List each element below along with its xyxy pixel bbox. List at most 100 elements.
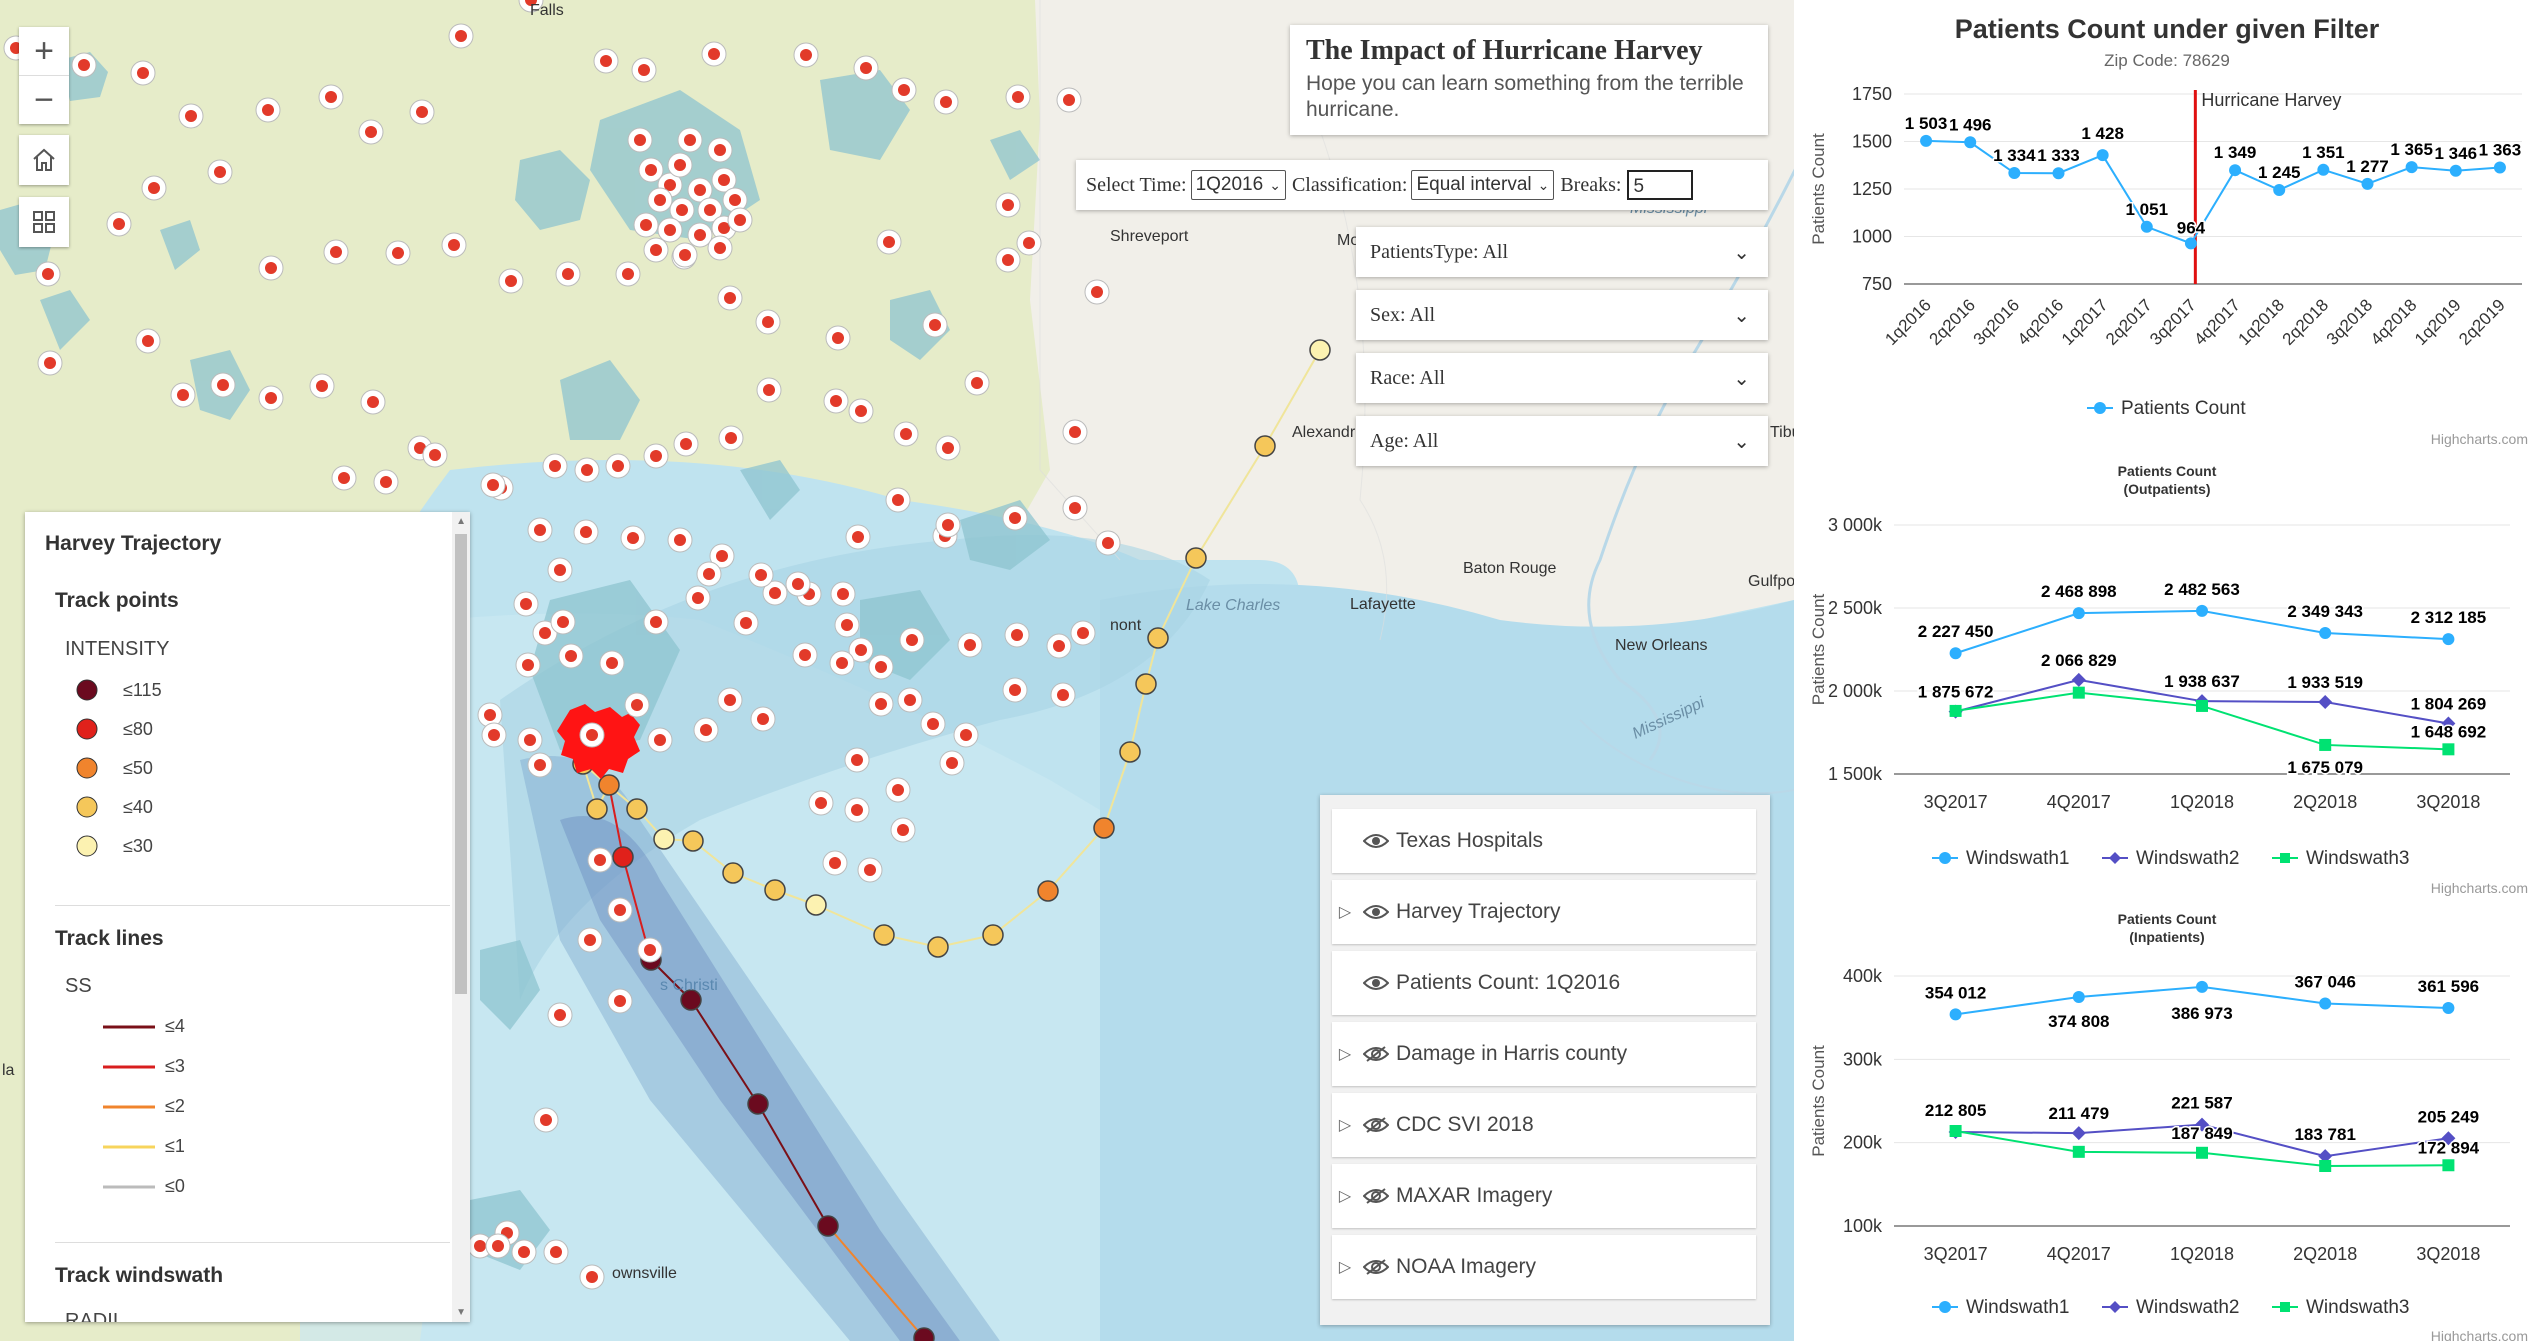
legend-subheading: RADII [65, 1310, 119, 1322]
layer-item-texas-hospitals[interactable]: Texas Hospitals [1332, 809, 1756, 873]
heart-icon [1012, 91, 1024, 103]
heart-icon [42, 268, 54, 280]
data-label: 1 365 [2390, 140, 2433, 159]
legend-label: Windswath1 [1966, 848, 2070, 869]
layer-label: NOAA Imagery [1396, 1255, 1537, 1278]
legend-item[interactable]: Windswath2 [2102, 848, 2240, 869]
eye-icon[interactable] [1356, 904, 1396, 920]
map-view[interactable]: Shreveport Alexandri Baton Rouge Lafayet… [0, 0, 1794, 1341]
classification-select[interactable]: Equal interval ⌄ [1411, 170, 1555, 200]
hospital-marker [750, 706, 776, 732]
legend-item: ≤30 [75, 834, 153, 858]
scroll-thumb[interactable] [455, 534, 467, 994]
layer-item-noaa[interactable]: ▷ NOAA Imagery [1332, 1235, 1756, 1299]
age-dropdown[interactable]: Age: All ⌄ [1356, 416, 1768, 466]
hospital-marker [845, 524, 871, 550]
hospital-marker [631, 57, 657, 83]
data-point [2442, 743, 2455, 756]
hospital-marker [511, 1239, 537, 1265]
heart-icon [594, 854, 606, 866]
heart-icon [855, 405, 867, 417]
hospital-marker [577, 927, 603, 953]
zoom-out-button[interactable]: − [19, 76, 69, 124]
layer-item-cdc-svi[interactable]: ▷ CDC SVI 2018 [1332, 1093, 1756, 1157]
eye-off-icon[interactable] [1356, 1045, 1396, 1063]
hospital-marker [834, 612, 860, 638]
hospital-marker [733, 610, 759, 636]
hospital-marker [868, 654, 894, 680]
legend-marker [2280, 1302, 2290, 1312]
data-point [2319, 627, 2332, 640]
line-symbol-icon [103, 1065, 155, 1068]
legend-item[interactable]: Windswath3 [2272, 848, 2410, 869]
legend-item[interactable]: Windswath1 [1932, 1297, 2070, 1318]
legend-heading: Track windswath [55, 1264, 224, 1287]
zoom-in-button[interactable]: + [19, 27, 69, 76]
hospital-marker [876, 229, 902, 255]
heart-icon [830, 395, 842, 407]
city-label: ownsville [612, 1265, 677, 1282]
eye-off-icon[interactable] [1356, 1116, 1396, 1134]
data-label: 1 875 672 [1918, 683, 1994, 702]
layer-item-harvey-trajectory[interactable]: ▷ Harvey Trajectory [1332, 880, 1756, 944]
basemap-gallery-button[interactable] [19, 197, 69, 247]
home-button[interactable] [19, 135, 69, 185]
layer-item-maxar[interactable]: ▷ MAXAR Imagery [1332, 1164, 1756, 1228]
eye-off-icon[interactable] [1356, 1258, 1396, 1276]
hospital-marker [853, 55, 879, 81]
hospital-marker [527, 752, 553, 778]
dropdown-value: Race: All [1370, 366, 1445, 389]
heart-icon [964, 639, 976, 651]
heart-icon [177, 389, 189, 401]
data-label: 1 648 692 [2411, 722, 2487, 741]
caret-right-icon[interactable]: ▷ [1334, 1257, 1356, 1277]
hospital-marker [1084, 279, 1110, 305]
chart-credit: Highcharts.com [2431, 1328, 2528, 1341]
sex-dropdown[interactable]: Sex: All ⌄ [1356, 290, 1768, 340]
time-select-value: 1Q2016 [1195, 174, 1264, 195]
eye-icon[interactable] [1356, 975, 1396, 991]
heart-icon [1053, 640, 1065, 652]
hospital-marker [857, 857, 883, 883]
hospital-marker [844, 747, 870, 773]
layer-label: CDC SVI 2018 [1396, 1113, 1534, 1136]
scroll-down-icon[interactable]: ▼ [456, 1307, 466, 1318]
x-tick-label: 1Q2018 [2170, 1244, 2234, 1264]
eye-off-icon[interactable] [1356, 1187, 1396, 1205]
data-point [1920, 134, 1933, 147]
legend-item[interactable]: Windswath3 [2272, 1297, 2410, 1318]
caret-right-icon[interactable]: ▷ [1334, 1044, 1356, 1064]
heart-icon [692, 592, 704, 604]
hospital-marker [1005, 84, 1031, 110]
legend-item[interactable]: Windswath1 [1932, 848, 2070, 869]
caret-right-icon[interactable]: ▷ [1334, 1115, 1356, 1135]
data-point [1949, 704, 1962, 717]
eye-icon[interactable] [1356, 833, 1396, 849]
chevron-down-icon: ⌄ [1733, 430, 1750, 453]
layer-item-damage-harris[interactable]: ▷ Damage in Harris county [1332, 1022, 1756, 1086]
time-select[interactable]: 1Q2016 ⌄ [1190, 170, 1286, 200]
scroll-up-icon[interactable]: ▲ [456, 516, 466, 527]
legend-label: Windswath2 [2136, 1297, 2240, 1318]
legend-scrollbar[interactable]: ▲ ▼ [452, 512, 470, 1322]
heart-icon [724, 694, 736, 706]
legend-item[interactable]: Patients Count [2087, 398, 2246, 419]
race-dropdown[interactable]: Race: All ⌄ [1356, 353, 1768, 403]
heart-icon [148, 182, 160, 194]
hospital-marker [1070, 620, 1096, 646]
legend-item[interactable]: Windswath2 [2102, 1297, 2240, 1318]
heart-icon [904, 694, 916, 706]
heart-icon [927, 718, 939, 730]
heart-icon [676, 204, 688, 216]
patientstype-dropdown[interactable]: PatientsType: All ⌄ [1356, 227, 1768, 277]
heart-icon [539, 627, 551, 639]
layer-item-patients-count[interactable]: Patients Count: 1Q2016 [1332, 951, 1756, 1015]
hospital-marker [441, 232, 467, 258]
heart-icon [718, 174, 730, 186]
breaks-input[interactable]: 5 [1627, 170, 1694, 200]
city-label: Lake Charles [1186, 597, 1281, 614]
track-point [722, 862, 744, 884]
caret-right-icon[interactable]: ▷ [1334, 1186, 1356, 1206]
caret-right-icon[interactable]: ▷ [1334, 902, 1356, 922]
heart-icon [554, 1009, 566, 1021]
